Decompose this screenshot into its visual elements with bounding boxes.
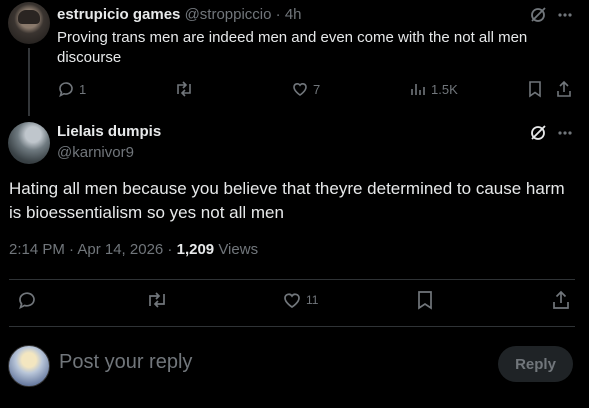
views-count: 1.5K xyxy=(431,81,458,97)
bookmark-icon xyxy=(416,290,434,310)
reply-input[interactable]: Post your reply xyxy=(59,351,192,374)
heart-icon xyxy=(282,290,302,310)
parent-tweet-header: estrupicio games @stroppiccio · 4h xyxy=(57,6,302,23)
retweet-icon xyxy=(146,290,168,310)
divider xyxy=(9,279,575,280)
share-icon xyxy=(551,290,571,310)
share-icon xyxy=(555,80,573,98)
main-actions: 11 xyxy=(9,290,575,314)
reply-button[interactable]: 1 xyxy=(57,80,86,98)
views-count: 1,209 xyxy=(176,241,215,258)
handle[interactable]: @karnivor9 xyxy=(57,144,134,161)
avatar[interactable] xyxy=(8,122,50,164)
bookmark-icon xyxy=(527,80,543,98)
reply-icon xyxy=(57,80,75,98)
more-icon[interactable] xyxy=(557,7,573,23)
display-name[interactable]: Lielais dumpis xyxy=(57,123,161,140)
like-button[interactable]: 7 xyxy=(291,80,320,98)
retweet-button[interactable] xyxy=(174,80,198,98)
timestamp[interactable]: 2:14 PM · Apr 14, 2026 · xyxy=(9,241,172,258)
retweet-button[interactable] xyxy=(146,290,168,310)
like-count: 7 xyxy=(313,81,321,97)
parent-actions: 1 7 1.5K xyxy=(57,80,577,100)
views-label: Views xyxy=(218,241,259,258)
reply-button[interactable]: Reply xyxy=(498,346,573,382)
timestamp[interactable]: 4h xyxy=(285,6,302,23)
avatar[interactable] xyxy=(8,2,50,44)
bookmark-button[interactable] xyxy=(416,290,434,310)
separator: · xyxy=(275,6,281,23)
tweet-text: Proving trans men are indeed men and eve… xyxy=(57,29,528,66)
tweet-text: Hating all men because you believe that … xyxy=(9,179,565,222)
divider xyxy=(9,326,575,327)
retweet-icon xyxy=(174,80,194,98)
heart-icon xyxy=(291,80,309,98)
grok-icon[interactable] xyxy=(529,6,547,24)
handle[interactable]: @stroppiccio xyxy=(185,6,272,23)
views-button[interactable]: 1.5K xyxy=(409,80,458,98)
more-icon[interactable] xyxy=(557,125,573,141)
thread-line xyxy=(28,48,30,116)
tweet-meta: 2:14 PM · Apr 14, 2026 · 1,209 Views xyxy=(9,241,258,258)
views-icon xyxy=(409,80,427,98)
reply-count: 1 xyxy=(79,81,87,97)
grok-icon[interactable] xyxy=(529,124,547,142)
reply-icon xyxy=(17,290,37,310)
like-count: 11 xyxy=(306,293,319,307)
share-button[interactable] xyxy=(551,290,571,310)
share-button[interactable] xyxy=(555,80,573,98)
reply-button[interactable] xyxy=(17,290,37,310)
bookmark-button[interactable] xyxy=(527,80,543,98)
avatar[interactable] xyxy=(8,345,50,387)
like-button[interactable]: 11 xyxy=(282,290,318,310)
display-name[interactable]: estrupicio games xyxy=(57,6,180,23)
